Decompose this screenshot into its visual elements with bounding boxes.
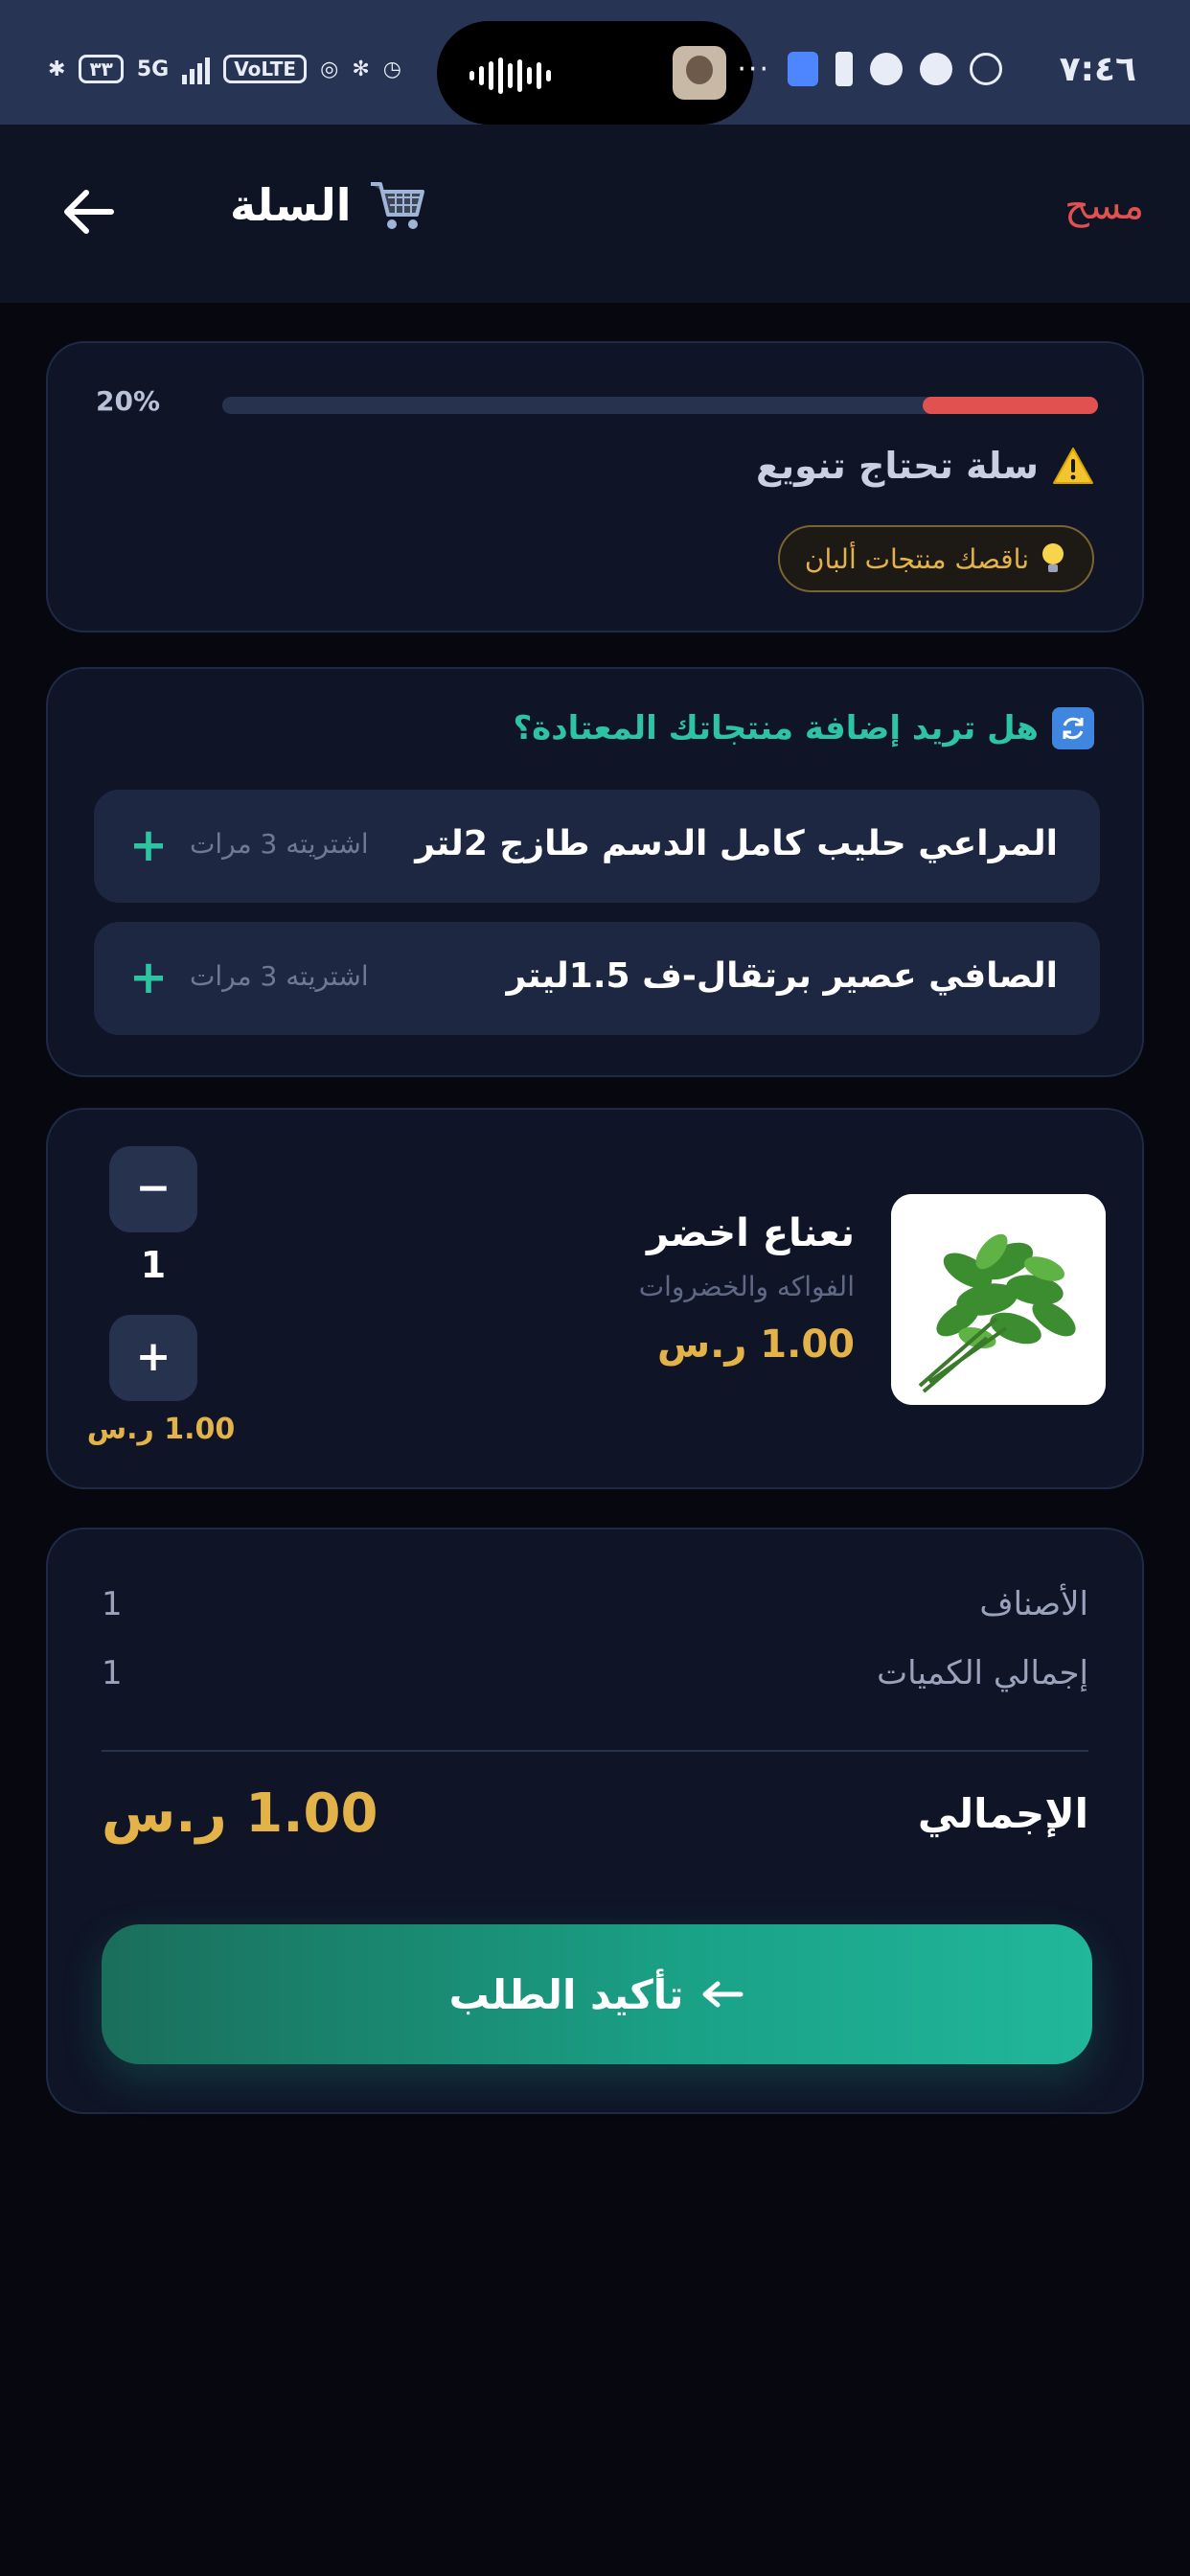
status-left-indicators: ✱ ٣٣ 5G VoLTE ◎ ✻ ◷: [48, 54, 401, 84]
product-image: [891, 1194, 1106, 1405]
decrease-quantity-button[interactable]: −: [109, 1146, 197, 1232]
summary-row-quantity: إجمالي الكميات 1: [102, 1654, 1088, 1702]
header-title-group: السلة: [230, 174, 428, 236]
status-right-icons: ···: [737, 52, 1002, 86]
bluetooth-icon: ✻: [352, 57, 370, 81]
usual-products-header: هل تريد إضافة منتجاتك المعتادة؟: [513, 707, 1094, 749]
confirm-order-button[interactable]: تأكيد الطلب: [102, 1924, 1092, 2064]
suggestion-purchase-count: اشتريته 3 مرات: [190, 960, 369, 992]
app-header: السلة مسح: [0, 125, 1190, 303]
items-count-value: 1: [102, 1585, 123, 1623]
facebook-icon: [870, 53, 903, 85]
signal-icon: [182, 54, 211, 84]
page-title: السلة: [230, 179, 352, 231]
warning-icon: [1053, 448, 1093, 484]
alarm-icon: ◷: [382, 57, 401, 81]
confirm-order-label: تأكيد الطلب: [448, 1970, 684, 2018]
chat-icon: [920, 53, 952, 85]
dynamic-island: [437, 21, 753, 125]
hotspot-icon: ◎: [320, 57, 339, 81]
data-speed-badge: ٣٣: [79, 55, 124, 83]
app-icon: [970, 53, 1002, 85]
usual-products-card: هل تريد إضافة منتجاتك المعتادة؟ المراعي …: [46, 667, 1144, 1077]
hint-text: ناقصك منتجات ألبان: [804, 542, 1029, 575]
items-count-label: الأصناف: [979, 1585, 1088, 1623]
diversity-percent: 20%: [96, 385, 161, 417]
suggestion-item[interactable]: المراعي حليب كامل الدسم طازج 2لتر اشتريت…: [94, 790, 1100, 903]
summary-row-items: الأصناف 1: [102, 1585, 1088, 1633]
diversity-progress-fill: [923, 397, 1098, 414]
suggestion-name: الصافي عصير برتقال-ف 1.5ليتر: [506, 956, 1058, 996]
clock: ٧:٤٦: [1059, 50, 1136, 89]
suggestion-purchase-count: اشتريته 3 مرات: [190, 828, 369, 860]
order-summary-card: الأصناف 1 إجمالي الكميات 1 الإجمالي 1.00…: [46, 1528, 1144, 2114]
files-app-icon: [788, 52, 818, 86]
suggestion-item[interactable]: الصافي عصير برتقال-ف 1.5ليتر اشتريته 3 م…: [94, 922, 1100, 1035]
back-arrow-icon[interactable]: [57, 180, 121, 243]
summary-divider: [102, 1750, 1088, 1752]
line-total: 1.00 ر.س: [86, 1413, 236, 1446]
grand-total-label: الإجمالي: [917, 1790, 1088, 1837]
clear-cart-button[interactable]: مسح: [1064, 184, 1144, 228]
lightbulb-icon: [1042, 543, 1064, 572]
diversity-warning: سلة تحتاج تنويع: [756, 445, 1094, 487]
suggestion-name: المراعي حليب كامل الدسم طازج 2لتر: [415, 824, 1058, 863]
status-bar: ✱ ٣٣ 5G VoLTE ◎ ✻ ◷ ··· ٧:٤٦: [0, 0, 1190, 125]
quantity-value: 1: [140, 1244, 167, 1286]
usual-products-title: هل تريد إضافة منتجاتك المعتادة؟: [513, 709, 1039, 748]
network-type: 5G: [136, 57, 170, 81]
bluetooth-audio-icon: ✱: [48, 57, 66, 81]
cart-item-card: نعناع اخضر الفواكه والخضروات 1.00 ر.س − …: [46, 1108, 1144, 1489]
product-category: الفواكه والخضروات: [638, 1271, 855, 1302]
add-suggestion-button[interactable]: +: [126, 951, 171, 1004]
battery-icon: [835, 52, 853, 86]
grand-total-value: 1.00 ر.س: [102, 1782, 378, 1845]
product-name: نعناع اخضر: [646, 1211, 855, 1255]
volte-badge: VoLTE: [223, 55, 308, 83]
more-notifications-icon: ···: [737, 52, 770, 86]
increase-quantity-button[interactable]: +: [109, 1315, 197, 1401]
cart-icon: [370, 182, 424, 229]
diversity-card: 20% سلة تحتاج تنويع ناقصك منتجات ألبان: [46, 341, 1144, 632]
arrow-left-icon: [702, 1981, 744, 2008]
dairy-hint-badge: ناقصك منتجات ألبان: [777, 525, 1094, 592]
total-quantity-value: 1: [102, 1654, 123, 1692]
refresh-icon: [1052, 707, 1094, 749]
avatar: [673, 46, 726, 100]
product-price: 1.00 ر.س: [656, 1322, 855, 1367]
add-suggestion-button[interactable]: +: [126, 818, 171, 872]
total-quantity-label: إجمالي الكميات: [877, 1654, 1088, 1692]
warning-text: سلة تحتاج تنويع: [755, 445, 1039, 487]
cart-screen: ✱ ٣٣ 5G VoLTE ◎ ✻ ◷ ··· ٧:٤٦ السلة مسح 2…: [0, 0, 1190, 2576]
diversity-progress-bar: [222, 397, 1098, 414]
audio-wave-icon: [469, 58, 551, 94]
